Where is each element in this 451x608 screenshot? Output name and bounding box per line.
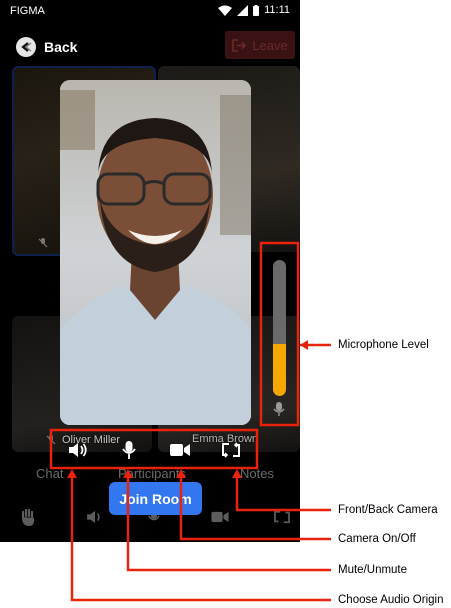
annotation-mute-unmute: Mute/Unmute <box>338 564 408 576</box>
arrow-head <box>123 469 133 478</box>
annotation-front-back-camera: Front/Back Camera <box>338 504 438 516</box>
annotation-microphone-level: Microphone Level <box>338 339 429 351</box>
arrow-head <box>232 469 242 478</box>
mute-unmute-callout-line <box>126 478 331 572</box>
front-back-camera-callout-line <box>235 478 331 512</box>
arrow-head <box>300 340 308 350</box>
camera-on-off-callout-line <box>179 478 331 541</box>
arrow-head <box>67 469 77 478</box>
microphone-level-highlight <box>259 241 300 427</box>
annotation-overlay <box>49 241 331 602</box>
arrow-head <box>176 469 186 478</box>
annotation-camera-on-off: Camera On/Off <box>338 533 416 545</box>
preview-controls-highlight <box>49 428 259 470</box>
annotation-choose-audio-origin: Choose Audio Origin <box>338 594 444 606</box>
